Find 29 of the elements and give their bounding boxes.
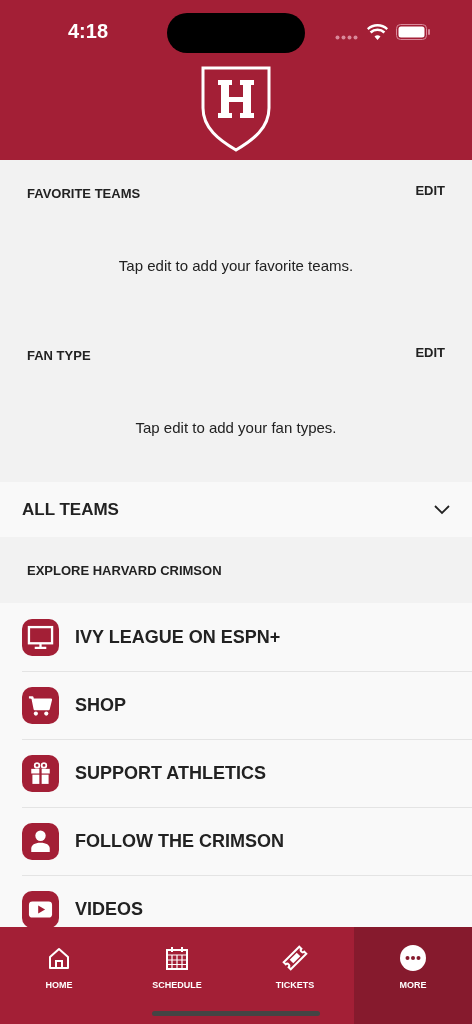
person-icon [22,822,59,860]
menu-item[interactable]: SHOP [0,671,472,739]
wifi-icon [367,24,388,40]
menu-item[interactable]: VIDEOS [0,875,472,927]
menu-item[interactable]: IVY LEAGUE ON ESPN+ [0,603,472,671]
tv-icon [22,618,59,656]
menu-item[interactable]: FOLLOW THE CRIMSON [0,807,472,875]
chevron-icon [434,504,450,515]
tab[interactable]: MORE [354,927,472,1024]
section-title: EXPLORE HARVARD CRIMSON [27,562,222,578]
section-title: FAN TYPE [27,348,91,363]
empty-message: Tap edit to add your favorite teams. [117,257,355,274]
status-time: 4:18 [68,20,109,43]
tickets-icon [281,944,309,972]
schedule-icon [163,944,191,972]
signal-icon [335,35,359,40]
cart-icon [22,686,59,724]
tab[interactable]: SCHEDULE [118,927,236,1024]
edit-button[interactable]: EDIT [415,345,445,360]
gift-icon [22,754,59,792]
edit-button[interactable]: EDIT [415,183,445,198]
menu-item[interactable]: SUPPORT ATHLETICS [0,739,472,807]
section-title: FAVORITE TEAMS [27,186,141,201]
more-icon [399,944,427,972]
tab[interactable]: HOME [0,927,118,1024]
team-dropdown[interactable]: ALL TEAMS [0,482,472,537]
tab[interactable]: TICKETS [236,927,354,1024]
empty-message: Tap edit to add your fan types. [134,419,338,436]
battery-icon [396,24,431,40]
